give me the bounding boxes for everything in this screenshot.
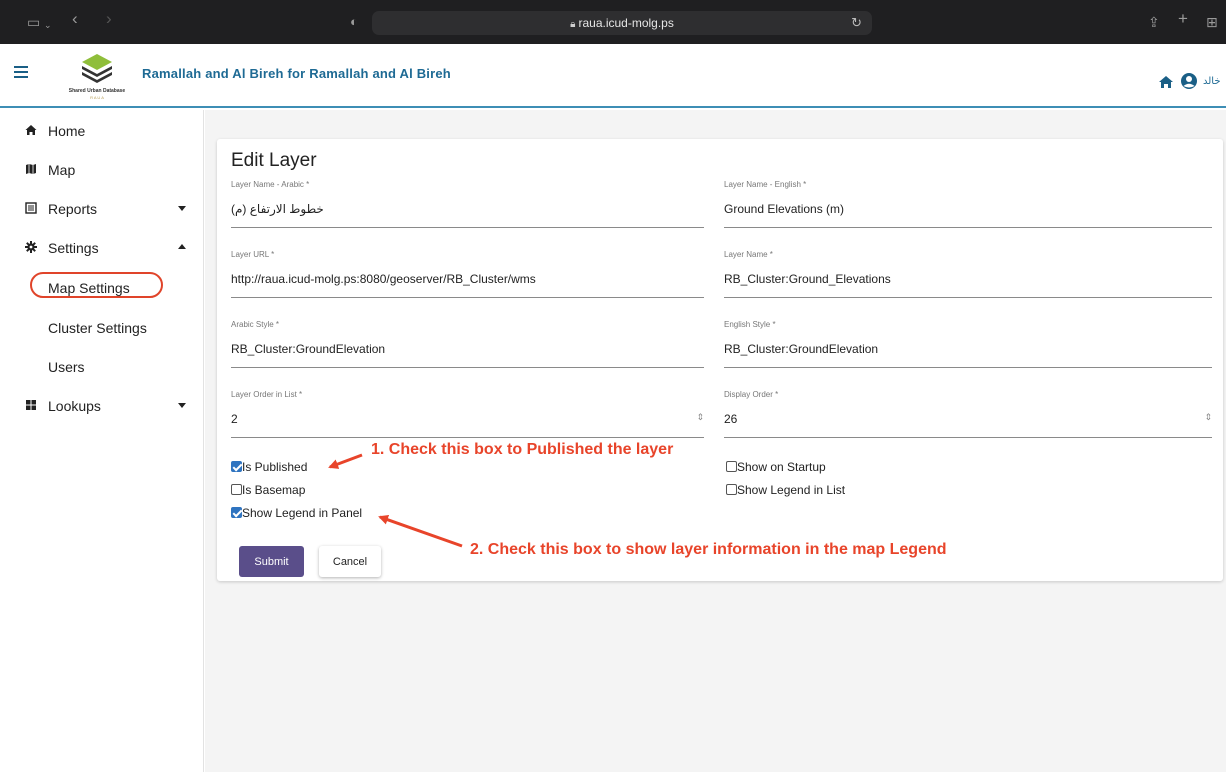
sidebar-item-cluster-settings[interactable]: Cluster Settings (0, 309, 204, 347)
annotation-note-2: 2. Check this box to show layer informat… (470, 541, 947, 558)
privacy-shield-icon[interactable]: ◐ (350, 14, 358, 30)
checkbox-checked-icon[interactable] (231, 507, 242, 518)
gear-icon (25, 241, 37, 253)
layer-url-field[interactable]: Layer URL * http://raua.icud-molg.ps:808… (231, 250, 704, 298)
tab-overview-icon[interactable]: ⊞ (1206, 14, 1218, 30)
url-text: raua.icud-molg.ps (578, 16, 674, 30)
checkbox-checked-icon[interactable] (231, 461, 242, 472)
reports-icon (25, 202, 37, 214)
caret-down-icon (178, 206, 186, 211)
app-title: Ramallah and Al Bireh for Ramallah and A… (142, 66, 451, 81)
sidebar-item-home[interactable]: Home (0, 112, 204, 150)
cancel-button[interactable]: Cancel (319, 546, 381, 577)
home-icon (25, 125, 37, 135)
user-name[interactable]: خالد (1203, 76, 1221, 87)
layer-order-input[interactable]: Layer Order in List * 2 ⇕ (231, 390, 704, 438)
back-icon[interactable]: ‹ (72, 10, 78, 27)
annotation-note-1: 1. Check this box to Published the layer (371, 441, 674, 458)
address-bar[interactable]: 🔒︎ raua.icud-molg.ps ↻ (372, 11, 872, 35)
new-tab-icon[interactable]: + (1178, 10, 1188, 27)
stepper-icon[interactable]: ⇕ (1204, 412, 1212, 423)
sidebar: Home Map Reports Settings Map Settings C… (0, 110, 204, 772)
english-style-field[interactable]: English Style * RB_Cluster:GroundElevati… (724, 320, 1212, 368)
app-logo: Shared Urban Database R A U A (60, 50, 134, 102)
checkbox-icon[interactable] (231, 484, 242, 495)
sidebar-item-users[interactable]: Users (0, 348, 204, 386)
share-icon[interactable]: ⇪ (1148, 14, 1160, 30)
sidebar-toggle-icon[interactable]: ▭ (27, 14, 40, 30)
sidebar-item-map-settings[interactable]: Map Settings (0, 269, 204, 307)
layer-name-arabic-field[interactable]: Layer Name - Arabic * (خطوط الارتفاع (م (231, 180, 704, 228)
lookups-icon (26, 400, 36, 410)
checkbox-icon[interactable] (726, 461, 737, 472)
caret-up-icon (178, 244, 186, 249)
caret-down-icon (178, 403, 186, 408)
page-title: Edit Layer (231, 150, 317, 171)
layer-name-field[interactable]: Layer Name * RB_Cluster:Ground_Elevation… (724, 250, 1212, 298)
menu-icon[interactable] (14, 66, 28, 78)
sidebar-item-reports[interactable]: Reports (0, 190, 204, 228)
edit-layer-card: Edit Layer Layer Name - Arabic * (خطوط ا… (217, 139, 1223, 581)
arabic-style-field[interactable]: Arabic Style * RB_Cluster:GroundElevatio… (231, 320, 704, 368)
display-order-input[interactable]: Display Order * 26 ⇕ (724, 390, 1212, 438)
browser-toolbar: ▭ ⌄ ‹ › ◐ 🔒︎ raua.icud-molg.ps ↻ ⇪ + ⊞ (0, 0, 1226, 44)
chevron-down-icon[interactable]: ⌄ (44, 17, 52, 33)
home-icon[interactable] (1158, 74, 1174, 90)
main-content: Edit Layer Layer Name - Arabic * (خطوط ا… (205, 110, 1226, 772)
submit-button[interactable]: Submit (239, 546, 304, 577)
forward-icon[interactable]: › (106, 10, 112, 27)
stepper-icon[interactable]: ⇕ (696, 412, 704, 423)
sidebar-item-lookups[interactable]: Lookups (0, 387, 204, 425)
sidebar-item-settings[interactable]: Settings (0, 229, 204, 267)
user-account-icon[interactable] (1180, 72, 1198, 90)
lock-icon: 🔒︎ (570, 19, 576, 30)
checkbox-icon[interactable] (726, 484, 737, 495)
app-header: Shared Urban Database R A U A Ramallah a… (0, 44, 1226, 108)
reload-icon[interactable]: ↻ (851, 15, 862, 31)
map-icon (26, 164, 36, 174)
layer-name-english-field[interactable]: Layer Name - English * Ground Elevations… (724, 180, 1212, 228)
sidebar-item-map[interactable]: Map (0, 151, 204, 189)
